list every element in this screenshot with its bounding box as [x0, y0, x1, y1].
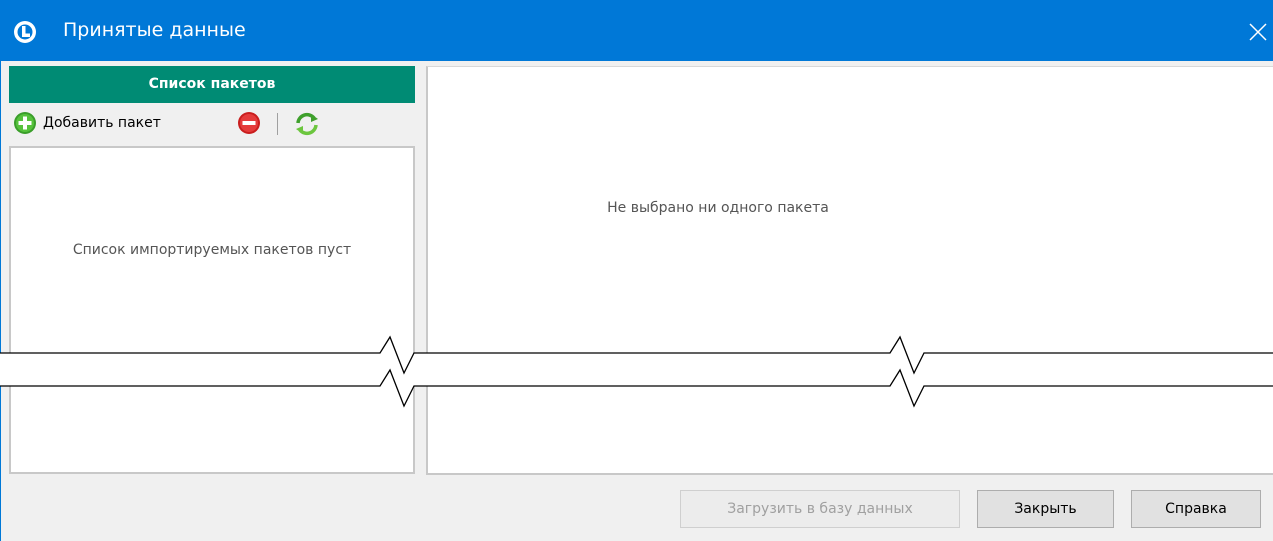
refresh-icon[interactable] [294, 111, 320, 137]
package-details-panel: Не выбрано ни одного пакета [426, 66, 1273, 475]
load-to-database-button[interactable]: Загрузить в базу данных [680, 490, 960, 528]
packages-panel: Список пакетов Добавить пакет Список имп… [9, 66, 415, 474]
title-bar: Принятые данные [0, 0, 1273, 61]
packages-header: Список пакетов [9, 66, 415, 103]
window-border [0, 61, 1, 541]
packages-empty-message: Список импортируемых пакетов пуст [72, 242, 352, 258]
close-icon[interactable] [1241, 12, 1273, 50]
help-button[interactable]: Справка [1131, 490, 1261, 528]
close-button[interactable]: Закрыть [977, 490, 1114, 528]
plus-circle-icon [14, 112, 36, 134]
add-package-button[interactable]: Добавить пакет [13, 109, 161, 137]
minus-circle-icon[interactable] [237, 111, 261, 135]
packages-toolbar: Добавить пакет [9, 103, 415, 144]
details-empty-message: Не выбрано ни одного пакета [607, 200, 829, 216]
window-title: Принятые данные [63, 19, 246, 41]
packages-list[interactable]: Список импортируемых пакетов пуст [9, 146, 415, 474]
app-logo-icon [14, 21, 36, 43]
screenshot-break-mark [0, 335, 1273, 408]
add-package-label: Добавить пакет [43, 115, 161, 131]
toolbar-separator [277, 113, 278, 135]
